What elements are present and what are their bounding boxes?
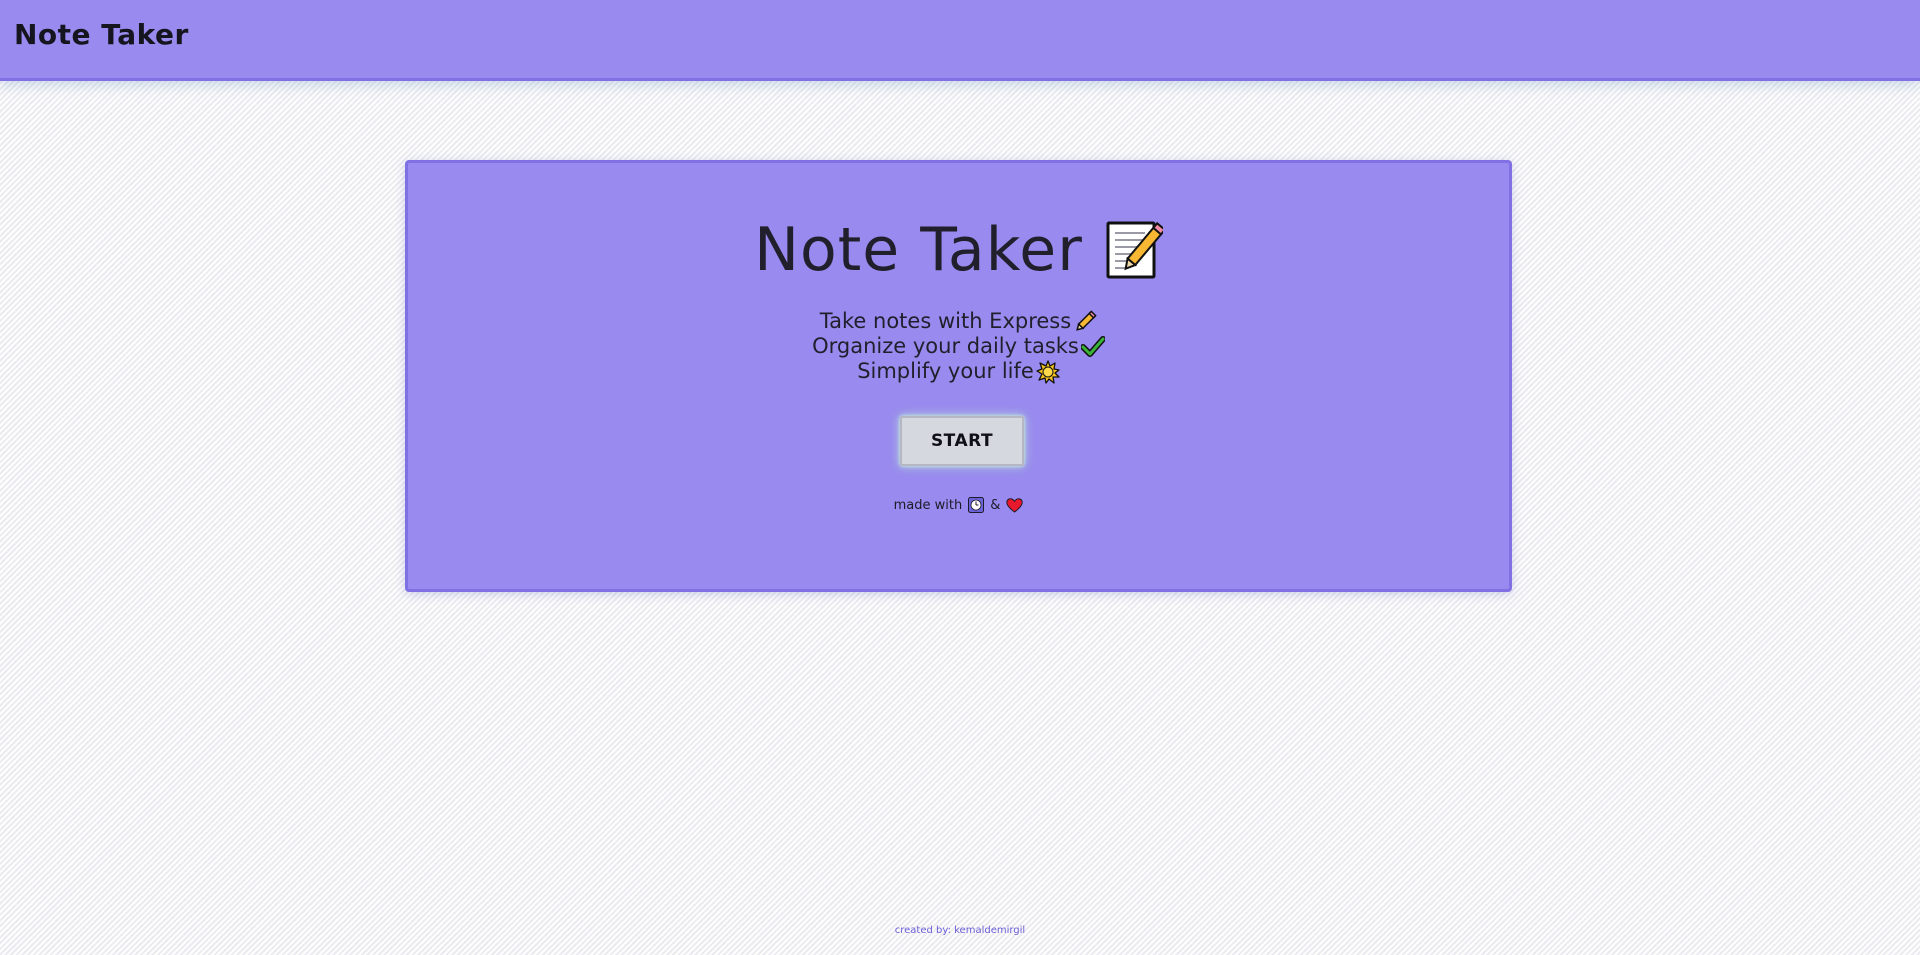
pencil-icon bbox=[1073, 309, 1097, 334]
tagline-item: Organize your daily tasks bbox=[408, 334, 1509, 359]
navbar-brand[interactable]: Note Taker bbox=[14, 18, 189, 51]
heart-icon bbox=[1006, 497, 1024, 513]
memo-icon bbox=[1105, 220, 1163, 280]
hero-title: Note Taker bbox=[408, 215, 1509, 285]
tagline-text: Organize your daily tasks bbox=[812, 334, 1079, 358]
tagline-item: Simplify your life bbox=[408, 359, 1509, 384]
clock-icon bbox=[968, 497, 985, 513]
check-mark-icon bbox=[1080, 335, 1105, 358]
footer-credit: created by: kemaldemirgil bbox=[894, 925, 1026, 936]
start-button[interactable]: START bbox=[900, 416, 1024, 466]
navbar: Note Taker bbox=[0, 0, 1920, 81]
tagline-text: Simplify your life bbox=[857, 359, 1034, 383]
made-with: made with & bbox=[408, 497, 1509, 513]
tagline-item: Take notes with Express bbox=[408, 309, 1509, 334]
hero-card: Note Taker Take notes with Express Organ… bbox=[405, 160, 1512, 592]
hero-title-text: Note Taker bbox=[754, 215, 1083, 285]
made-with-separator: & bbox=[990, 497, 1001, 513]
made-with-text: made with bbox=[893, 497, 963, 513]
sun-icon bbox=[1036, 359, 1060, 384]
tagline-list: Take notes with Express Organize your da… bbox=[408, 309, 1509, 384]
tagline-text: Take notes with Express bbox=[819, 309, 1072, 333]
